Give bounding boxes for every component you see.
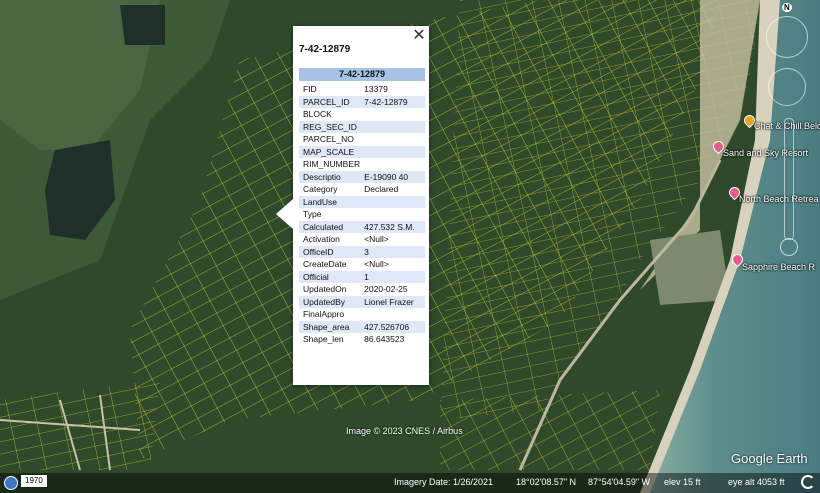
attribute-key: Shape_area: [299, 320, 361, 333]
attribute-row: UpdatedBy Lionel Frazer: [299, 295, 425, 308]
attribute-key: Shape_len: [303, 334, 344, 345]
attribute-value: [360, 108, 425, 121]
attribute-key: FinalAppro: [303, 309, 345, 320]
attribute-row: Activation <Null>: [299, 233, 425, 246]
attribute-key: PARCEL_NO: [303, 134, 354, 145]
attribute-key: Type: [303, 209, 322, 220]
imagery-date: Imagery Date: 1/26/2021: [394, 477, 494, 487]
attribute-row: LandUse: [299, 195, 425, 208]
attribute-value: [360, 208, 425, 221]
attribute-key: RIM_NUMBER: [303, 159, 361, 170]
north-icon[interactable]: N: [782, 3, 792, 12]
attribute-key: Official: [299, 270, 361, 283]
parcel-info-popup: ✕ 7-42-12879 7-42-12879 FID 13379 PARCEL_I…: [276, 26, 429, 385]
latitude-readout: 18°02'08.57" N: [516, 477, 577, 487]
attribute-value: 13379: [364, 84, 388, 95]
attribute-value: 7-42-12879: [360, 95, 425, 108]
image-attribution: Image © 2023 CNES / Airbus: [346, 426, 463, 436]
attribute-row: REG_SEC_ID: [299, 120, 425, 133]
attribute-value: [360, 195, 425, 208]
attribute-key: PARCEL_ID: [299, 95, 361, 108]
attribute-key: Activation: [303, 234, 340, 245]
attribute-value: <Null>: [364, 234, 389, 245]
google-earth-logo: Google Earth: [731, 451, 808, 466]
attribute-value: Declared: [364, 184, 399, 195]
attribute-row: Category Declared: [299, 183, 425, 196]
place-label[interactable]: Sapphire Beach R: [742, 262, 815, 272]
attribute-key: LandUse: [299, 195, 361, 208]
attribute-key: Descriptio: [299, 170, 361, 183]
attribute-key: Category: [303, 184, 338, 195]
attribute-key: UpdatedOn: [303, 284, 347, 295]
place-label[interactable]: Sand and Sky Resort: [723, 148, 808, 158]
close-icon[interactable]: ✕: [412, 27, 426, 43]
attribute-value: 86.643523: [364, 334, 405, 345]
attribute-row: UpdatedOn 2020-02-25: [299, 283, 425, 296]
attribute-value: [360, 133, 425, 146]
attribute-row: PARCEL_NO: [299, 133, 425, 146]
attribute-value: [360, 120, 425, 133]
attribute-row: RIM_NUMBER: [299, 158, 425, 171]
attribute-value: 1: [360, 270, 425, 283]
elevation-readout: elev 15 ft: [664, 477, 701, 487]
look-control[interactable]: [766, 16, 808, 58]
attribute-row: Calculated 427.532 S.M.: [299, 220, 425, 233]
popup-header: 7-42-12879: [299, 68, 425, 81]
attribute-row: Type: [299, 208, 425, 221]
attribute-row: BLOCK: [299, 108, 425, 121]
attribute-row: Descriptio E-19090 40: [299, 170, 425, 183]
place-label[interactable]: North Beach Retrea: [739, 194, 819, 204]
attribute-row: Official 1: [299, 270, 425, 283]
year-badge: 1970: [21, 475, 47, 487]
attribute-row: FinalAppro: [299, 308, 425, 321]
attribute-key: MAP_SCALE: [299, 145, 361, 158]
attribute-row: PARCEL_ID 7-42-12879: [299, 95, 425, 108]
attribute-key: Calculated: [299, 220, 361, 233]
attribute-row: CreateDate <Null>: [299, 258, 425, 271]
loading-icon: [801, 475, 815, 489]
attribute-value: E-19090 40: [360, 170, 425, 183]
attribute-value: <Null>: [364, 259, 389, 270]
attribute-value: 427.532 S.M.: [360, 220, 425, 233]
attribute-row: Shape_len 86.643523: [299, 333, 425, 346]
attribute-row: OfficeID 3: [299, 245, 425, 258]
attribute-key: FID: [303, 84, 317, 95]
attribute-key: BLOCK: [303, 109, 332, 120]
attribute-value: 3: [360, 245, 425, 258]
attribute-value: [360, 308, 425, 321]
zoom-slider[interactable]: [784, 118, 794, 240]
attribute-value: [360, 158, 425, 171]
longitude-readout: 87°54'04.59" W: [588, 477, 651, 487]
attribute-value: 2020-02-25: [364, 284, 408, 295]
popup-title: 7-42-12879: [299, 44, 351, 55]
zoom-knob[interactable]: [780, 238, 798, 256]
attribute-key: REG_SEC_ID: [299, 120, 361, 133]
historical-imagery-icon[interactable]: [4, 476, 18, 490]
attribute-key: UpdatedBy: [299, 295, 361, 308]
attribute-value: 427.526706: [360, 320, 425, 333]
attribute-value: [360, 145, 425, 158]
attribute-row: FID 13379: [299, 83, 425, 96]
attribute-row: MAP_SCALE: [299, 145, 425, 158]
attribute-table: FID 13379 PARCEL_ID 7-42-12879 BLOCK REG_SEC_…: [299, 83, 425, 346]
move-control[interactable]: [768, 68, 806, 106]
eye-altitude-readout: eye alt 4053 ft: [728, 477, 785, 487]
attribute-value: Lionel Frazer: [360, 295, 425, 308]
attribute-key: CreateDate: [303, 259, 347, 270]
attribute-key: OfficeID: [299, 245, 361, 258]
attribute-row: Shape_area 427.526706: [299, 320, 425, 333]
